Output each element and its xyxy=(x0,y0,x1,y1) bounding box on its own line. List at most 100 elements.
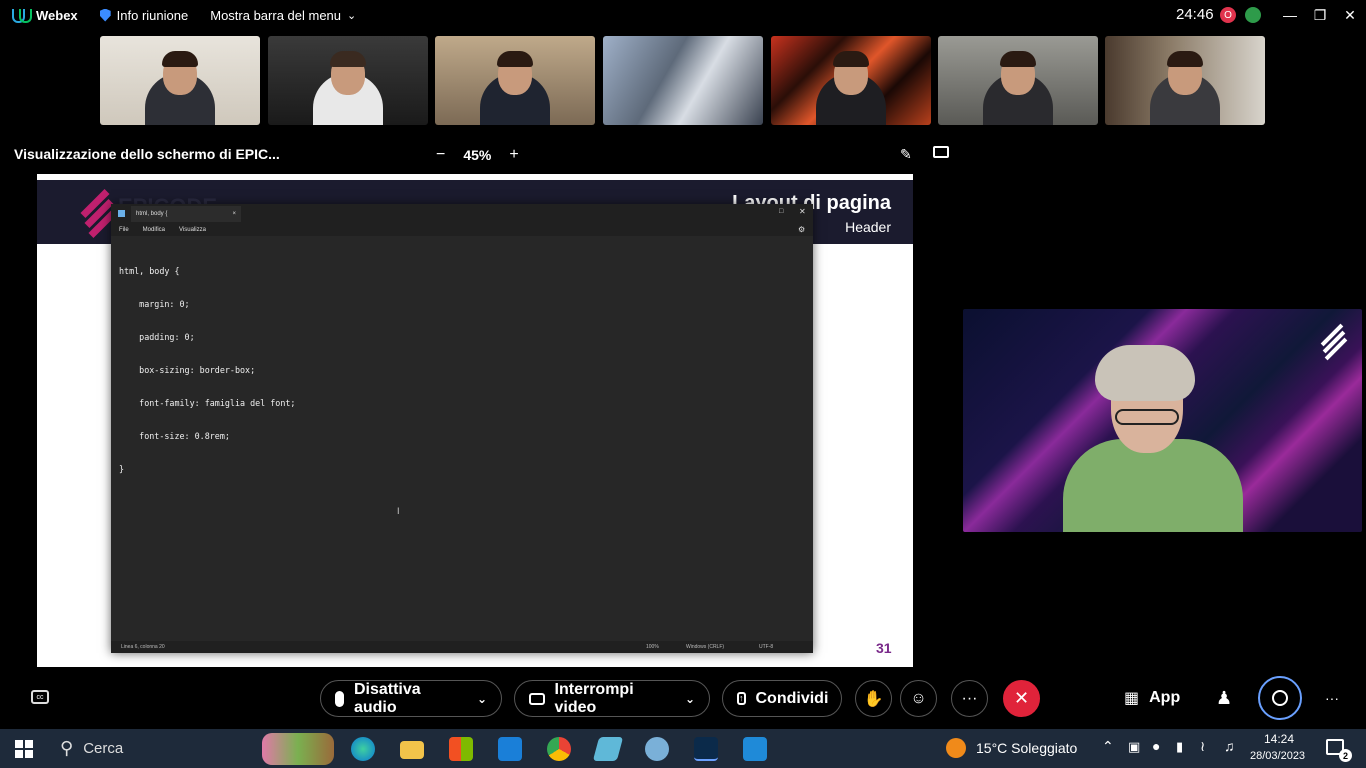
meeting-info-label: Info riunione xyxy=(116,7,189,23)
network-stats-icon[interactable] xyxy=(1245,7,1261,23)
menu-toggle-button[interactable]: Mostra barra del menu ⌄ xyxy=(210,8,356,23)
overflow-menu-icon[interactable]: ··· xyxy=(1325,690,1339,706)
mic-tray-icon[interactable]: ● xyxy=(1152,738,1160,754)
wifi-icon[interactable]: ≀ xyxy=(1200,738,1205,755)
more-options-button[interactable]: ··· xyxy=(951,680,988,717)
ms-store-icon[interactable] xyxy=(449,737,473,761)
notepad-window: html, body { × □ ✕ File Modifica Visuali… xyxy=(111,204,813,653)
close-icon: ✕ xyxy=(1013,688,1030,708)
webex-logo-icon xyxy=(12,9,32,23)
epicode-logo-icon xyxy=(78,189,118,238)
microphone-icon xyxy=(335,690,344,707)
windows-start-icon[interactable] xyxy=(15,740,33,758)
participant-video[interactable] xyxy=(100,36,260,125)
participant-hair xyxy=(330,51,366,67)
captions-icon[interactable]: cc xyxy=(31,690,49,704)
recording-badge: O xyxy=(1220,7,1236,23)
presenter-body xyxy=(1063,439,1243,532)
zoom-in-button[interactable]: + xyxy=(509,146,518,164)
raise-hand-button[interactable]: ✋ xyxy=(855,680,892,717)
menu-file[interactable]: File xyxy=(119,227,129,233)
participant-video[interactable] xyxy=(435,36,595,125)
code-line: html, body { xyxy=(119,266,180,276)
code-line: font-size: 0.8rem; xyxy=(119,431,230,441)
minimize-icon[interactable]: — xyxy=(1275,0,1305,30)
sun-weather-icon xyxy=(946,738,966,758)
screen-options-icon[interactable] xyxy=(933,146,949,158)
close-window-icon[interactable]: ✕ xyxy=(799,207,806,216)
participant-video[interactable] xyxy=(603,36,763,125)
mute-label: Disattiva audio xyxy=(353,680,421,716)
notepad-statusbar: Linea 6, colonna 20 100% Windows (CRLF) … xyxy=(111,641,813,653)
reactions-button[interactable]: ☺ xyxy=(900,680,937,717)
more-icon: ··· xyxy=(961,689,978,707)
notepad-app-icon[interactable] xyxy=(592,737,624,761)
shield-icon xyxy=(99,8,111,22)
leave-meeting-button[interactable]: ✕ xyxy=(1003,680,1040,717)
vscode-icon[interactable] xyxy=(743,737,767,761)
weather-text[interactable]: 15°C Soleggiato xyxy=(976,740,1077,756)
webex-taskbar-icon[interactable] xyxy=(694,737,718,761)
participant-hair xyxy=(833,51,869,67)
camera-tray-icon[interactable]: ▣ xyxy=(1128,739,1140,755)
mail-icon[interactable] xyxy=(498,737,522,761)
code-line: padding: 0; xyxy=(119,332,195,342)
file-explorer-icon[interactable] xyxy=(400,741,424,759)
annotate-icon[interactable]: ✎ xyxy=(900,146,912,163)
chrome-icon[interactable] xyxy=(547,737,571,761)
menu-toggle-label: Mostra barra del menu xyxy=(210,7,342,23)
notepad-tab[interactable]: html, body { × xyxy=(131,206,241,222)
encoding: UTF-8 xyxy=(759,644,774,650)
editor-zoom: 100% xyxy=(646,644,659,650)
participant-hair xyxy=(1167,51,1203,67)
chat-bubble-icon xyxy=(1272,690,1288,706)
zoom-out-button[interactable]: − xyxy=(436,146,445,164)
hand-icon: ✋ xyxy=(863,690,884,708)
share-label: Condividi xyxy=(755,689,829,707)
menu-visualizza[interactable]: Visualizza xyxy=(179,227,206,233)
search-icon: ⚲ xyxy=(60,738,74,758)
epicode-watermark-icon xyxy=(1318,323,1348,361)
chevron-down-icon: ⌄ xyxy=(347,9,357,22)
presenter-video[interactable] xyxy=(963,309,1362,532)
clock-date[interactable]: 28/03/2023 xyxy=(1250,750,1305,762)
edge-browser-icon[interactable] xyxy=(351,737,375,761)
chevron-up-icon[interactable]: ⌃ xyxy=(1102,738,1114,755)
settings-gear-icon[interactable]: ⚙ xyxy=(798,225,805,234)
text-cursor-icon: I xyxy=(397,506,400,516)
apps-grid-icon: ▦ xyxy=(1124,690,1140,707)
mute-button[interactable]: Disattiva audio ⌄ xyxy=(320,680,502,717)
stop-video-button[interactable]: Interrompi video ⌄ xyxy=(514,680,710,717)
participant-hair xyxy=(162,51,198,67)
notepad-titlebar: html, body { × □ ✕ xyxy=(111,204,813,224)
code-editor[interactable]: html, body { margin: 0; padding: 0; box-… xyxy=(119,244,295,497)
chat-button[interactable] xyxy=(1258,676,1302,720)
menu-modifica[interactable]: Modifica xyxy=(143,227,165,233)
maximize-icon[interactable]: □ xyxy=(779,208,783,215)
participant-hair xyxy=(1000,51,1036,67)
paint-icon[interactable] xyxy=(645,737,669,761)
presenter-hair xyxy=(1095,345,1195,401)
participant-video[interactable] xyxy=(1105,36,1265,125)
share-screen-icon: ↑ xyxy=(737,692,746,705)
slide-page-number: 31 xyxy=(876,640,892,656)
participant-video[interactable] xyxy=(938,36,1098,125)
battery-icon[interactable]: ▮ xyxy=(1176,739,1183,755)
participant-video[interactable] xyxy=(771,36,931,125)
meeting-timer: 24:46 xyxy=(1176,6,1214,23)
restore-icon[interactable]: ❐ xyxy=(1305,0,1335,30)
webex-app[interactable]: Webex xyxy=(12,8,78,23)
share-title: Visualizzazione dello schermo di EPIC... xyxy=(14,146,280,162)
share-button[interactable]: ↑ Condividi xyxy=(722,680,842,717)
volume-icon[interactable]: ♫ xyxy=(1224,738,1235,754)
presenter-glasses xyxy=(1115,409,1179,425)
participant-video[interactable] xyxy=(268,36,428,125)
chevron-down-icon: ⌄ xyxy=(684,691,695,706)
apps-button[interactable]: ▦ App xyxy=(1124,688,1180,708)
meeting-info-button[interactable]: Info riunione xyxy=(99,7,189,23)
close-icon[interactable]: ✕ xyxy=(1335,0,1365,30)
clock-time[interactable]: 14:24 xyxy=(1264,732,1294,746)
participants-icon[interactable]: ♟ xyxy=(1216,688,1232,709)
tab-close-icon[interactable]: × xyxy=(232,211,236,217)
camera-icon xyxy=(529,692,545,705)
